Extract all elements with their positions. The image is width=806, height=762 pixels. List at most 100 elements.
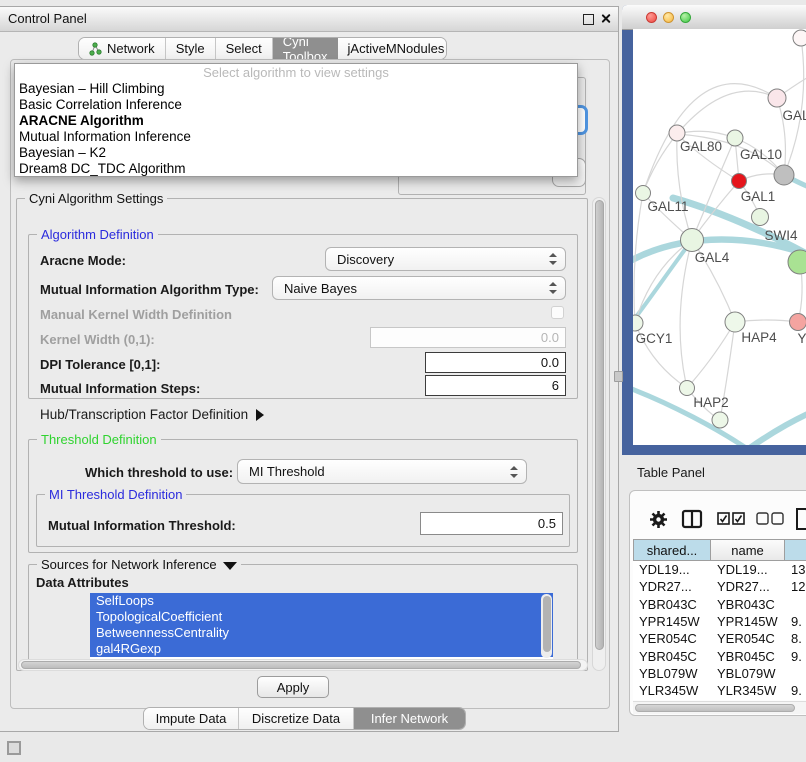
- checked-checkboxes-icon[interactable]: [717, 512, 745, 531]
- hub-definition-toggle[interactable]: Hub/Transcription Factor Definition: [40, 407, 264, 422]
- control-panel-tabs: Network Style Select Cyni Toolbox jActiv…: [78, 37, 447, 60]
- attribute-item-selected[interactable]: gal4RGexp: [90, 641, 553, 657]
- network-node-swi4[interactable]: [752, 209, 769, 226]
- network-canvas[interactable]: GALGAL80GAL10GAL1GAL11SWI4GAL4GCY1HAP4YH…: [633, 29, 806, 445]
- network-node-hap2[interactable]: [680, 381, 695, 396]
- tab-label: Cyni Toolbox: [283, 37, 328, 60]
- network-node-gal10[interactable]: [727, 130, 743, 146]
- tab-infer-network[interactable]: Infer Network: [354, 708, 465, 729]
- dropdown-item[interactable]: Bayesian – K2: [15, 145, 577, 161]
- mi-algorithm-type-label: Mutual Information Algorithm Type:: [40, 282, 259, 297]
- network-node-label: GCY1: [636, 331, 673, 346]
- control-panel-window: Control Panel Network Style Sel: [0, 6, 619, 732]
- manual-kernel-width-checkbox[interactable]: [551, 306, 564, 319]
- attribute-item-selected[interactable]: SelfLoops: [90, 593, 553, 609]
- table-cell: 12: [785, 579, 806, 594]
- table-row[interactable]: YER054CYER054C8.: [633, 630, 806, 647]
- attribute-item-selected[interactable]: BetweennessCentrality: [90, 625, 553, 641]
- field-value: 6: [552, 378, 559, 393]
- table-horizontal-scrollbar[interactable]: [633, 701, 806, 714]
- table-row[interactable]: YBR045CYBR045C9.: [633, 647, 806, 664]
- network-node-gal[interactable]: [768, 89, 786, 107]
- settings-vertical-scrollbar[interactable]: [592, 197, 606, 671]
- network-node-label: GAL1: [741, 189, 776, 204]
- network-edge[interactable]: [680, 240, 692, 388]
- table-row[interactable]: YDR27...YDR27...12: [633, 578, 806, 595]
- aracne-mode-label: Aracne Mode:: [40, 253, 126, 268]
- tab-network[interactable]: Network: [79, 38, 166, 59]
- table-cell: YDR27...: [633, 579, 711, 594]
- which-threshold-combo[interactable]: MI Threshold: [237, 459, 527, 484]
- network-node[interactable]: [712, 412, 728, 428]
- network-node-gcy1[interactable]: [633, 315, 643, 331]
- table-row[interactable]: YDL19...YDL19...13: [633, 561, 806, 578]
- tab-style[interactable]: Style: [166, 38, 216, 59]
- table-cell: YDL19...: [633, 562, 711, 577]
- network-edge-thick[interactable]: [733, 405, 806, 445]
- dropdown-item[interactable]: ARACNE Algorithm: [15, 113, 577, 129]
- table-cell: YBR043C: [633, 597, 711, 612]
- table-row[interactable]: YLR345WYLR345W9.: [633, 682, 806, 699]
- dpi-tolerance-field[interactable]: 0.0: [425, 352, 566, 373]
- network-node-y[interactable]: [790, 314, 806, 331]
- network-node-label: GAL11: [647, 199, 688, 214]
- table-row[interactable]: YIL052CYIL052C0.: [633, 699, 806, 700]
- dropdown-item[interactable]: Dream8 DC_TDC Algorithm: [15, 161, 577, 177]
- settings-horizontal-scrollbar[interactable]: [18, 659, 588, 671]
- spinner-arrows-icon: [549, 282, 557, 294]
- screen: Control Panel Network Style Sel: [0, 0, 806, 762]
- sources-title: Sources for Network Inference: [41, 557, 217, 572]
- network-node[interactable]: [788, 250, 806, 274]
- expanded-arrow-icon: [223, 562, 237, 570]
- tab-impute-data[interactable]: Impute Data: [144, 708, 239, 729]
- column-header-name[interactable]: name: [711, 539, 785, 561]
- dropdown-item[interactable]: Basic Correlation Inference: [15, 97, 577, 113]
- mi-steps-field[interactable]: 6: [425, 375, 566, 396]
- network-node-gal1[interactable]: [732, 174, 747, 189]
- tab-label: Impute Data: [156, 711, 227, 726]
- kernel-width-field[interactable]: 0.0: [370, 327, 566, 348]
- tab-label: jActiveMNodules: [348, 41, 445, 56]
- zoom-traffic-light-icon[interactable]: [680, 12, 691, 23]
- apply-button[interactable]: Apply: [257, 676, 329, 698]
- spinner-arrows-icon: [549, 253, 557, 265]
- table-row[interactable]: YBL079WYBL079W: [633, 665, 806, 682]
- network-edge[interactable]: [784, 38, 804, 175]
- network-edge-thick[interactable]: [633, 385, 763, 445]
- network-node[interactable]: [774, 165, 794, 185]
- float-window-icon[interactable]: [583, 14, 594, 25]
- document-icon[interactable]: [795, 507, 806, 536]
- docked-window-icon[interactable]: [7, 741, 21, 755]
- aracne-mode-combo[interactable]: Discovery: [325, 247, 566, 271]
- close-traffic-light-icon[interactable]: [646, 12, 657, 23]
- minimize-traffic-light-icon[interactable]: [663, 12, 674, 23]
- mi-threshold-field[interactable]: 0.5: [420, 512, 563, 535]
- network-edge[interactable]: [677, 91, 777, 134]
- dropdown-item[interactable]: Mutual Information Inference: [15, 129, 577, 145]
- split-pane-grip[interactable]: [614, 371, 623, 382]
- network-node[interactable]: [793, 30, 806, 46]
- network-node-gal4[interactable]: [681, 229, 704, 252]
- network-edge[interactable]: [687, 322, 735, 388]
- split-columns-icon[interactable]: [681, 509, 703, 534]
- close-icon[interactable]: [600, 13, 611, 24]
- data-attributes-list[interactable]: SelfLoopsTopologicalCoefficientBetweenne…: [90, 593, 553, 659]
- column-header-shared[interactable]: shared...: [633, 539, 711, 561]
- tab-discretize-data[interactable]: Discretize Data: [239, 708, 354, 729]
- network-node-label: Y: [797, 331, 806, 346]
- gear-icon[interactable]: [648, 509, 669, 535]
- attribute-item-selected[interactable]: TopologicalCoefficient: [90, 609, 553, 625]
- tab-cyni-toolbox[interactable]: Cyni Toolbox: [273, 38, 338, 59]
- table-row[interactable]: YPR145WYPR145W9.: [633, 613, 806, 630]
- sources-toggle[interactable]: Sources for Network Inference: [37, 557, 241, 572]
- tab-jactivemnodules[interactable]: jActiveMNodules: [338, 38, 447, 59]
- mi-algorithm-type-combo[interactable]: Naive Bayes: [272, 276, 566, 300]
- network-node-hap4[interactable]: [725, 312, 745, 332]
- table-row[interactable]: YBR043CYBR043C: [633, 596, 806, 613]
- attributes-scrollbar[interactable]: [541, 594, 552, 658]
- column-header-partial[interactable]: [785, 539, 806, 561]
- tab-select[interactable]: Select: [216, 38, 273, 59]
- unchecked-checkboxes-icon[interactable]: [756, 512, 784, 531]
- network-edge[interactable]: [643, 134, 677, 193]
- dropdown-item[interactable]: Bayesian – Hill Climbing: [15, 81, 577, 97]
